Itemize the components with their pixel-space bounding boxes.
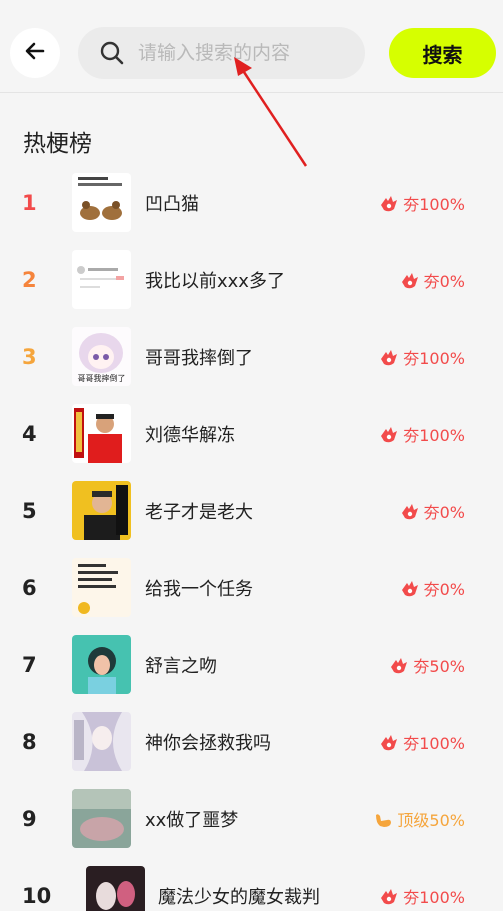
- heat-badge: 夯0%: [399, 576, 465, 600]
- heat-badge: 夯0%: [399, 499, 465, 523]
- heat-value: 夯0%: [423, 272, 465, 291]
- list-item[interactable]: 5 老子才是老大 夯0%: [0, 473, 503, 550]
- meme-title: 魔法少女的魔女裁判: [158, 887, 320, 908]
- rank-number: 10: [22, 884, 52, 908]
- list-item[interactable]: 4 刘德华解冻 夯100%: [0, 396, 503, 473]
- shaka-hand-icon: [372, 808, 394, 830]
- meme-title: 给我一个任务: [145, 579, 253, 600]
- man-red-thumb: [72, 404, 131, 463]
- list-item[interactable]: 2 我比以前xxx多了 夯0%: [0, 242, 503, 319]
- meme-title: xx做了噩梦: [145, 810, 239, 831]
- heat-value: 顶级50%: [397, 811, 465, 830]
- rank-number: 2: [22, 268, 37, 292]
- heat-badge: 夯100%: [378, 884, 465, 908]
- search-box[interactable]: [78, 27, 365, 79]
- list-item[interactable]: 3 哥哥我摔倒了 哥哥我摔倒了 夯100%: [0, 319, 503, 396]
- meme-title: 老子才是老大: [145, 502, 253, 523]
- meme-title: 刘德华解冻: [145, 425, 235, 446]
- heat-value: 夯50%: [413, 657, 465, 676]
- text-post-thumb: [72, 250, 131, 309]
- heat-value: 夯0%: [423, 503, 465, 522]
- top-bar: 搜索: [0, 0, 503, 93]
- blurry-photo-thumb: [72, 789, 131, 848]
- fire-hand-icon: [399, 269, 421, 291]
- heat-badge: 顶级50%: [372, 807, 465, 831]
- meme-title: 哥哥我摔倒了: [145, 348, 253, 369]
- 3d-girl-thumb: [72, 635, 131, 694]
- fire-hand-icon: [378, 346, 400, 368]
- search-icon: [98, 39, 126, 67]
- fire-hand-icon: [388, 654, 410, 676]
- search-button[interactable]: 搜索: [389, 28, 496, 78]
- rank-number: 8: [22, 730, 37, 754]
- fire-hand-icon: [378, 885, 400, 907]
- heat-badge: 夯50%: [388, 653, 465, 677]
- list-item[interactable]: 7 舒言之吻 夯50%: [0, 627, 503, 704]
- heat-value: 夯100%: [403, 734, 465, 753]
- rank-number: 5: [22, 499, 37, 523]
- search-input[interactable]: [138, 42, 338, 64]
- list-item[interactable]: 8 神你会拯救我吗 夯100%: [0, 704, 503, 781]
- rank-number: 6: [22, 576, 37, 600]
- text-card-thumb: [72, 558, 131, 617]
- anime-silver-thumb: [72, 712, 131, 771]
- heat-badge: 夯100%: [378, 422, 465, 446]
- meme-title: 舒言之吻: [145, 656, 217, 677]
- cat-meme-thumb: [72, 173, 131, 232]
- list-item[interactable]: 9 xx做了噩梦 顶级50%: [0, 781, 503, 858]
- fire-hand-icon: [378, 192, 400, 214]
- back-button[interactable]: [10, 28, 60, 78]
- anime-girl-thumb: 哥哥我摔倒了: [72, 327, 131, 386]
- rank-number: 3: [22, 345, 37, 369]
- heat-value: 夯100%: [403, 888, 465, 907]
- fire-hand-icon: [378, 423, 400, 445]
- heat-badge: 夯100%: [378, 191, 465, 215]
- rank-number: 9: [22, 807, 37, 831]
- heat-value: 夯0%: [423, 580, 465, 599]
- heat-badge: 夯100%: [378, 345, 465, 369]
- fire-hand-icon: [399, 500, 421, 522]
- rank-number: 1: [22, 191, 37, 215]
- hot-meme-list: 1 凹凸猫 夯100% 2 我比以前xxx多了 夯0% 3 哥哥我摔倒了 哥哥我摔倒了 夯100%…: [0, 165, 503, 911]
- thumb-caption: 哥哥我摔倒了: [77, 374, 126, 383]
- heat-value: 夯100%: [403, 349, 465, 368]
- arrow-left-icon: [23, 39, 47, 67]
- fire-hand-icon: [378, 731, 400, 753]
- meme-title: 神你会拯救我吗: [145, 733, 271, 754]
- heat-value: 夯100%: [403, 426, 465, 445]
- heat-value: 夯100%: [403, 195, 465, 214]
- heat-badge: 夯100%: [378, 730, 465, 754]
- section-title: 热梗榜: [23, 131, 92, 157]
- fire-hand-icon: [399, 577, 421, 599]
- meme-title: 我比以前xxx多了: [145, 271, 285, 292]
- rank-number: 4: [22, 422, 37, 446]
- list-item[interactable]: 6 给我一个任务 夯0%: [0, 550, 503, 627]
- list-item[interactable]: 1 凹凸猫 夯100%: [0, 165, 503, 242]
- heat-badge: 夯0%: [399, 268, 465, 292]
- list-item[interactable]: 10 魔法少女的魔女裁判 夯100%: [0, 858, 503, 911]
- meme-title: 凹凸猫: [145, 194, 199, 215]
- rank-number: 7: [22, 653, 37, 677]
- dark-anime-thumb: [86, 866, 145, 911]
- man-black-thumb: [72, 481, 131, 540]
